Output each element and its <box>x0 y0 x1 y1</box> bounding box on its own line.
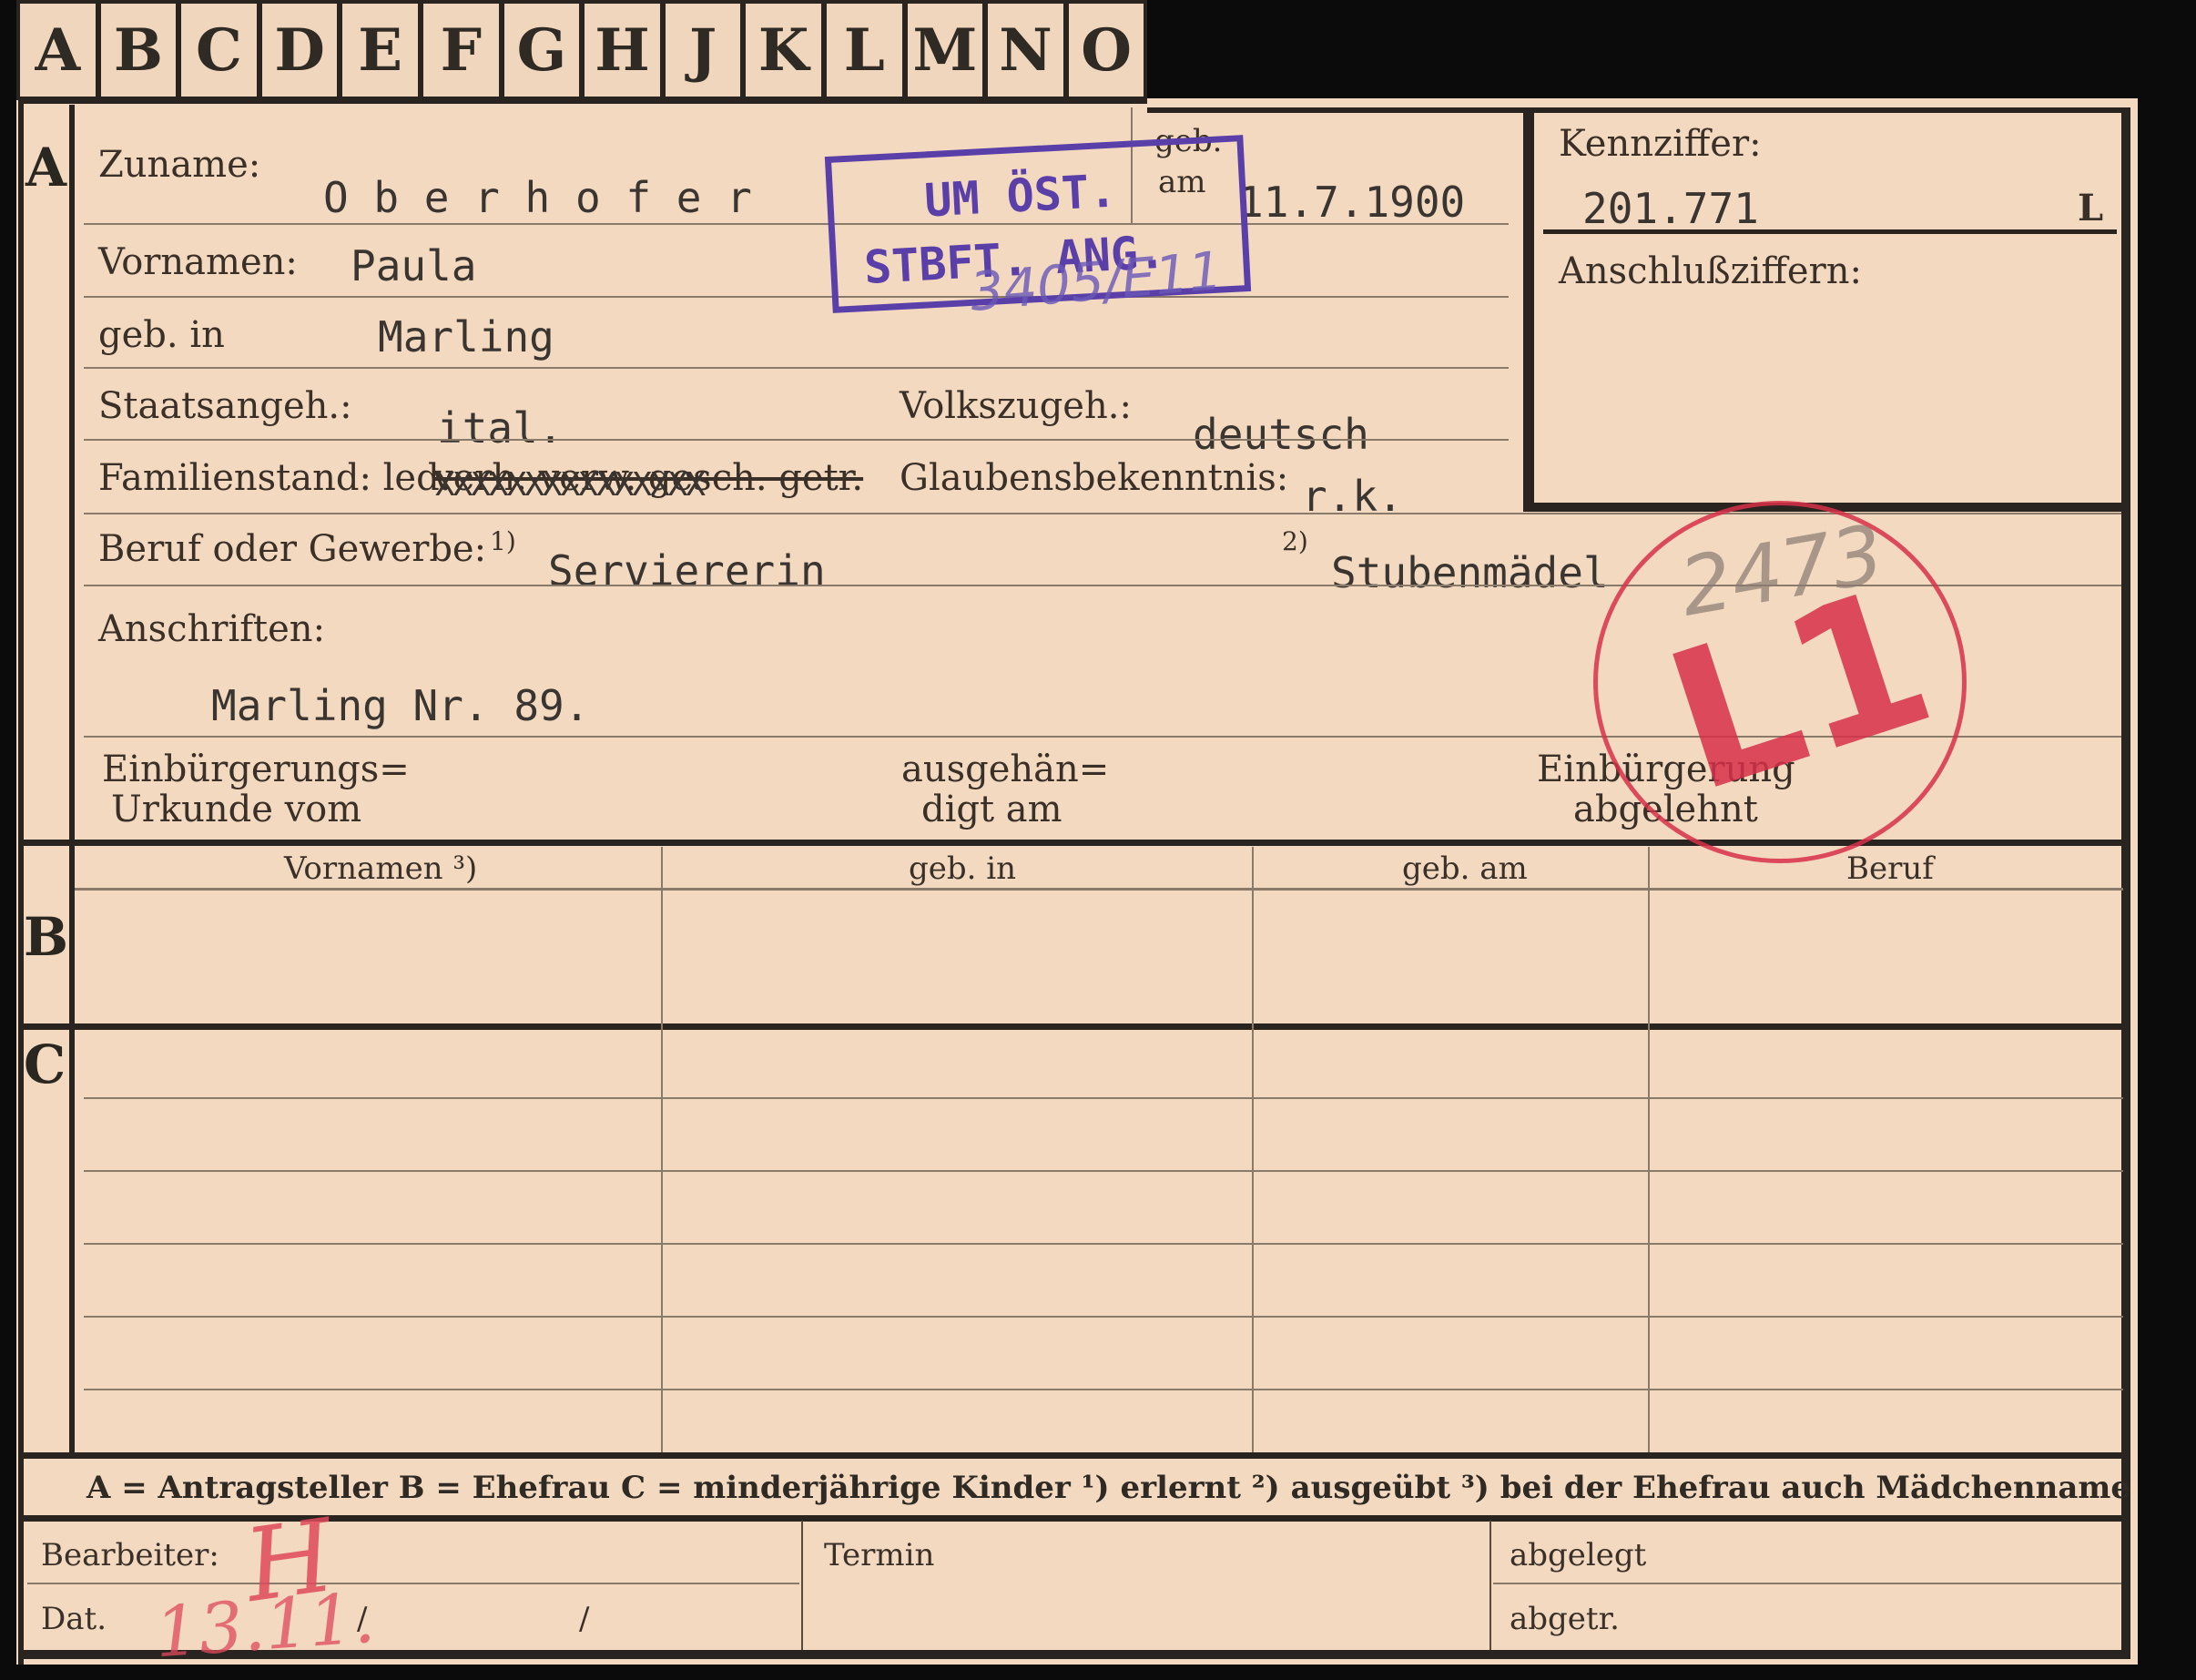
section-c-row-line-5 <box>84 1389 2123 1390</box>
vornamen-label: Vornamen: <box>98 241 298 283</box>
kennziffer-value: 201.771 <box>1582 184 1759 233</box>
table-header-rule <box>75 888 2123 891</box>
volkszugeh-value: deutsch <box>1193 410 1369 459</box>
abgetr-label: abgetr. <box>1510 1601 1620 1637</box>
anschriften-value: Marling Nr. 89. <box>211 681 590 730</box>
kennziffer-box-left <box>1523 109 1534 510</box>
index-tab-h: H <box>581 0 664 100</box>
office-stamp-line-1: UM ÖST. <box>922 164 1118 228</box>
abgelegt-line <box>1493 1583 2121 1584</box>
index-tab-o: O <box>1064 0 1148 100</box>
index-tab-k: K <box>742 0 825 100</box>
ausgehaendigt-label-1: ausgehän= <box>901 748 1110 790</box>
index-tab-d: D <box>258 0 341 100</box>
section-c-row-line-3 <box>84 1243 2123 1245</box>
dat-separator-2: / <box>579 1601 590 1637</box>
familienstand-strikeout: XXXXXXXXXXXXXXX <box>435 466 706 504</box>
index-tab-a: A <box>16 0 99 100</box>
beruf-sup-2: 2) <box>1282 526 1308 556</box>
footer-divider-1 <box>801 1521 803 1657</box>
legend-text: A = Antragsteller B = Ehefrau C = minder… <box>86 1470 2130 1506</box>
index-tab-n: N <box>984 0 1067 100</box>
section-c-row-line-4 <box>84 1316 2123 1318</box>
section-c-row-line-2 <box>84 1170 2123 1172</box>
index-tab-b: B <box>97 0 180 100</box>
left-frame <box>18 98 24 1665</box>
top-frame-right <box>1147 107 2130 113</box>
footer-divider-2 <box>1489 1521 1491 1657</box>
index-tab-j: J <box>661 0 745 100</box>
familienstand-label: Familienstand: led. <box>98 457 452 499</box>
glaubensbekenntnis-label: Glaubensbekenntnis: <box>900 457 1289 499</box>
index-tab-l: L <box>823 0 906 100</box>
ausgehaendigt-label-2: digt am <box>921 789 1062 830</box>
geb-am-value: 11.7.1900 <box>1238 178 1466 227</box>
section-c-row-line-1 <box>84 1097 2123 1099</box>
legend-top-rule <box>18 1452 2126 1459</box>
einb-urkunde-label-1: Einbürgerungs= <box>102 748 410 790</box>
einb-urkunde-label-2: Urkunde vom <box>111 789 362 830</box>
anschriften-label: Anschriften: <box>98 608 326 650</box>
index-tab-g: G <box>500 0 584 100</box>
handwritten-date: 13.11. <box>152 1576 378 1674</box>
registration-card: ABCDEFGHJKLMNO A Zuname: O b e r h o f e… <box>0 0 2196 1680</box>
index-tab-c: C <box>178 0 260 100</box>
abgelegt-label: abgelegt <box>1510 1537 1647 1573</box>
table-col-divider-2 <box>1252 847 1254 1452</box>
beruf-sup-1: 1) <box>490 526 516 556</box>
table-col-divider-3 <box>1648 847 1650 1452</box>
geb-in-label: geb. in <box>98 314 225 356</box>
anschlussziffern-label: Anschlußziffern: <box>1559 250 1862 292</box>
section-letter-a: A <box>25 137 67 199</box>
staatsangeh-label: Staatsangeh.: <box>98 385 352 427</box>
section-divider-frame <box>69 105 75 1452</box>
kennziffer-label: Kennziffer: <box>1559 123 1762 165</box>
beruf-label: Beruf oder Gewerbe: <box>98 528 487 570</box>
dat-label: Dat. <box>41 1601 107 1637</box>
zuname-value: O b e r h o f e r <box>323 173 752 222</box>
geb-in-line <box>84 367 1509 369</box>
termin-label: Termin <box>824 1537 935 1573</box>
kennziffer-suffix: L <box>2078 187 2104 229</box>
table-header-geb-in: geb. in <box>909 850 1017 887</box>
table-header-vornamen: Vornamen ³) <box>284 850 478 887</box>
right-frame <box>2121 109 2130 1657</box>
zuname-line <box>84 223 1509 225</box>
vornamen-value: Paula <box>351 241 477 290</box>
bearbeiter-line <box>27 1583 799 1584</box>
section-b-bottom-rule <box>18 1023 2126 1030</box>
legend-bottom-rule <box>18 1515 2126 1522</box>
staatsangeh-line <box>84 439 1509 441</box>
table-header-beruf: Beruf <box>1846 850 1934 887</box>
index-tab-m: M <box>903 0 987 100</box>
section-letter-b: B <box>24 906 69 968</box>
table-header-geb-am: geb. am <box>1402 850 1528 887</box>
table-col-divider-1 <box>661 847 663 1452</box>
beruf-value-erlernt: Serviererin <box>548 546 826 596</box>
geb-in-value: Marling <box>378 312 554 361</box>
zuname-label: Zuname: <box>98 144 261 186</box>
top-frame <box>18 98 1147 104</box>
vornamen-line <box>84 296 1509 298</box>
beruf-value-ausgeuebt: Stubenmädel <box>1331 548 1609 597</box>
bearbeiter-label: Bearbeiter: <box>41 1537 219 1573</box>
staatsangeh-value: ital. <box>437 403 564 453</box>
section-letter-c: C <box>24 1033 66 1095</box>
index-tab-f: F <box>420 0 503 100</box>
index-tab-e: E <box>339 0 422 100</box>
kennziffer-line <box>1543 229 2117 234</box>
volkszugeh-label: Volkszugeh.: <box>900 385 1132 427</box>
